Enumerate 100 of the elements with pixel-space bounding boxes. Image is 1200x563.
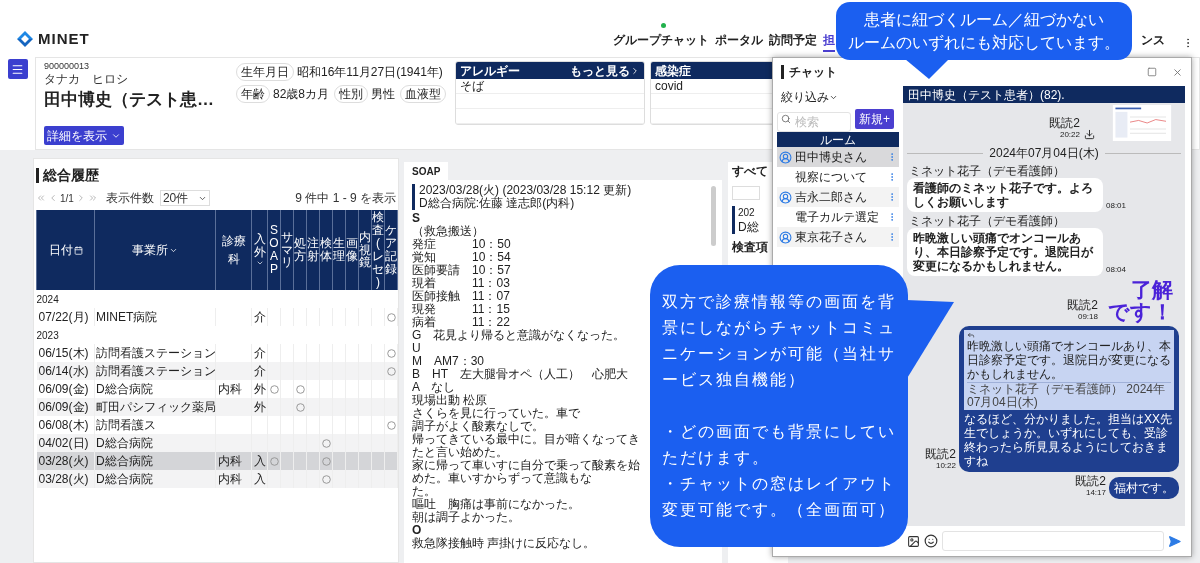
send-icon[interactable] [1168,534,1181,548]
details-button[interactable]: 詳細を表示 [44,126,124,145]
soap-line: 現場出動 松原 [412,393,488,407]
nav-tab[interactable]: ポータル [715,31,763,52]
column-header[interactable]: 画像 [345,210,359,290]
sticker-text: 了解 [1131,279,1173,301]
inpatient-cell: 入 [253,472,266,486]
history-row[interactable]: 06/09(金) D総合病院 内科 外 [36,380,398,398]
soap-line: た。 [412,484,436,498]
search-field[interactable]: 検索 [777,112,851,132]
test-item-label: 検査項 [732,239,769,256]
first-page-icon[interactable] [36,193,46,203]
quoted-meta: ミネット花子（デモ看護師） 2024年07月04日(木) [967,382,1171,409]
download-icon[interactable] [1084,129,1095,140]
office-cell: 訪問看護ステーション [96,346,216,360]
column-header[interactable]: サマリ [280,210,294,290]
column-header[interactable]: ケア記録 [384,210,398,290]
read-receipt: 既読2 [1075,475,1106,487]
column-header[interactable]: 日付 [36,210,95,290]
menu-button[interactable] [7,59,28,79]
room-item[interactable]: 吉永二郎さん [777,187,899,207]
column-header[interactable]: 入外 [251,210,268,290]
maximize-icon[interactable] [1147,67,1157,77]
event-time: 11：07 [472,290,510,303]
soap-line: B HT 左大腿骨オペ（人工） 心肥大 [412,367,628,381]
field-value: 昭和16年11月27日(1941年) [297,64,443,81]
date-cell: 06/09(金) [38,382,89,396]
room-item[interactable]: 田中博史さん [777,147,899,167]
soap-tab[interactable]: SOAP [404,162,449,180]
event-time: 10：57 [472,264,511,277]
history-row[interactable]: 06/08(木) 訪問看護ス [36,416,398,434]
office-cell: 訪問看護ステーション [96,364,216,378]
soap-line: 嘔吐 胸痛は事前になかった。 [412,497,580,511]
all-tab[interactable]: すべて [728,162,772,180]
department-cell: 内科 [218,454,242,468]
soap-line: U [412,341,421,355]
column-header[interactable]: SOAP [267,210,281,290]
search-icon [781,114,791,124]
more-link[interactable]: もっと見る [570,62,640,80]
event-label: 発症 [412,238,436,251]
event-time: 11：03 [472,277,510,290]
circle-mark-icon [269,456,279,466]
date-cell: 06/09(金) [38,400,89,414]
event-label: 現着 [412,277,436,290]
callout-text: ・どの画面でも背景にしていただけます。 [662,422,897,468]
date-cell: 04/02(日) [38,436,89,450]
column-header[interactable]: 生理 [332,210,346,290]
soap-line: A なし [412,380,456,394]
close-icon[interactable] [1172,66,1183,78]
calendar-icon [73,245,83,255]
section-title: 総合履歴 [43,166,99,185]
event-time: 10：50 [472,238,511,251]
nav-tab[interactable]: グループチャット [613,31,709,52]
new-room-button[interactable]: 新規+ [855,109,894,129]
event-label: 現発 [412,303,437,316]
inpatient-cell: 介 [253,364,266,378]
nav-tab[interactable]: ンス [1141,31,1165,52]
soap-section: S [412,211,420,225]
room-name: 田中博史さん [795,149,867,166]
history-row[interactable]: 07/22(月) MINET病院 介 [36,308,398,326]
column-header[interactable]: 診療科 [215,210,252,290]
column-header[interactable]: 検体 [319,210,333,290]
history-row[interactable]: 04/02(日) D総合病院 [36,434,398,452]
column-header[interactable]: 内視鏡 [358,210,372,290]
emoji-icon[interactable] [924,534,938,548]
result-count: 9 件中 1 - 9 を表示 [295,190,396,207]
page-size-select[interactable]: 20件 [159,190,210,206]
nav-tab[interactable]: 訪問予定 [769,31,817,52]
history-row[interactable]: 06/09(金) 町田パシフィック薬局 外 [36,398,398,416]
previous-page-icon[interactable] [48,193,58,203]
event-label: 覚知 [412,251,437,264]
last-page-icon[interactable] [87,193,98,203]
message-time: 20:22 [1059,129,1080,141]
card-title: 感染症 [655,62,691,80]
column-header[interactable]: 注射 [306,210,320,290]
history-row[interactable]: 06/14(水) 訪問看護ステーション 介 [36,362,398,380]
event-time: 11：15 [472,303,510,316]
image-icon[interactable] [907,534,920,548]
card-row-text: covid [655,78,683,95]
filter-field[interactable] [732,186,760,200]
office-cell: 町田パシフィック薬局 [96,400,216,414]
entry-author: D総合病院:佐藤 達志郎(内科) [419,197,576,210]
circle-mark-icon [386,420,396,430]
room-list-header: ルーム [777,132,899,147]
column-header[interactable]: 検査(レセ) [371,210,385,290]
history-row[interactable]: 03/28(火) D総合病院 内科 入 [36,470,398,488]
history-row[interactable]: 06/15(木) 訪問看護ステーション 介 [36,344,398,362]
event-time: 10：54 [472,251,511,264]
message-bubble: 看護師のミネット花子です。よろしくお願いします [907,178,1103,212]
callout-text: ・チャットの窓はレイアウト変更可能です。（全画面可） [662,474,897,520]
soap-line: G 花見より帰ると意識がなくなった。 [412,328,626,342]
soap-line: M AM7：30 [412,354,485,368]
column-header[interactable]: 事業所 [94,210,216,290]
filter-dropdown[interactable]: 絞り込み [781,88,838,106]
history-row[interactable]: 03/28(火) D総合病院 内科 入 [36,452,398,470]
room-item[interactable]: 東京花子さん [777,227,899,247]
message-input[interactable] [942,531,1164,551]
card-row-text: そば [460,78,484,95]
room-name: 吉永二郎さん [795,189,867,206]
column-header[interactable]: 処方 [293,210,307,290]
